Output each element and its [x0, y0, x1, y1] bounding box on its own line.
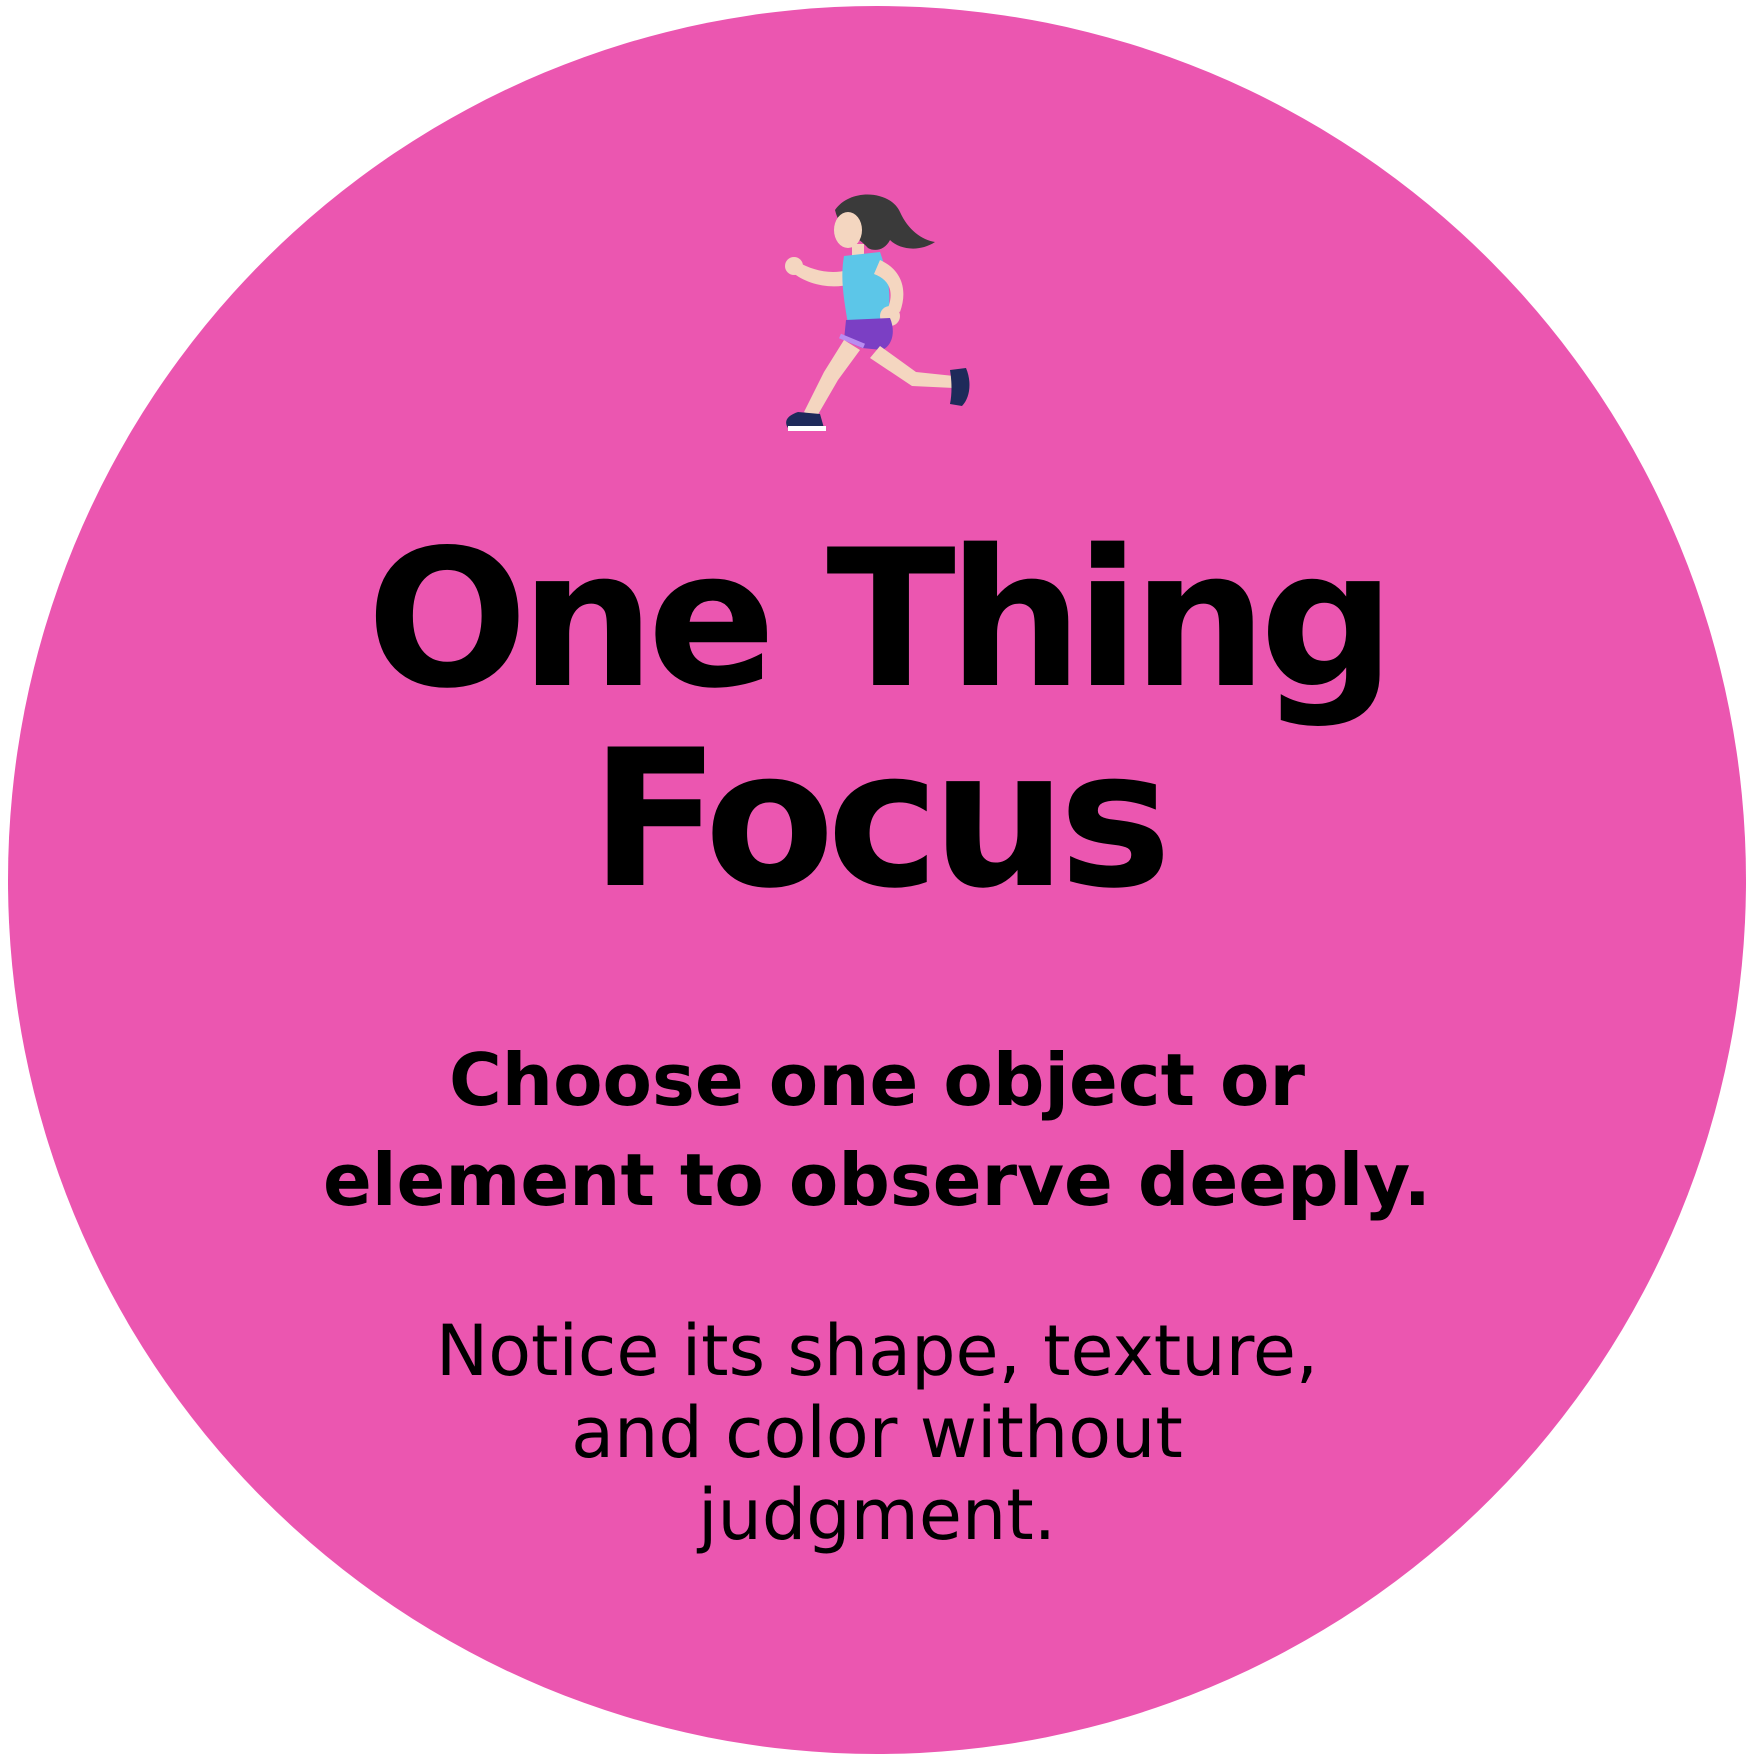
card-title-line-1: One Thing	[366, 509, 1395, 730]
card-body-line-1: Notice its shape, texture,	[435, 1310, 1319, 1392]
card-title-line-2: Focus	[590, 709, 1172, 930]
woman-running-icon	[785, 194, 970, 431]
card-title: One Thing Focus	[0, 520, 1754, 920]
card-subtitle: Choose one object or element to observe …	[0, 1030, 1754, 1230]
card-subtitle-line-2: element to observe deeply.	[322, 1138, 1432, 1222]
card-body: Notice its shape, texture, and color wit…	[0, 1310, 1754, 1556]
card-subtitle-line-1: Choose one object or	[448, 1038, 1306, 1122]
card-body-line-2: and color without	[571, 1392, 1183, 1474]
card-body-line-3: judgment.	[698, 1474, 1056, 1556]
